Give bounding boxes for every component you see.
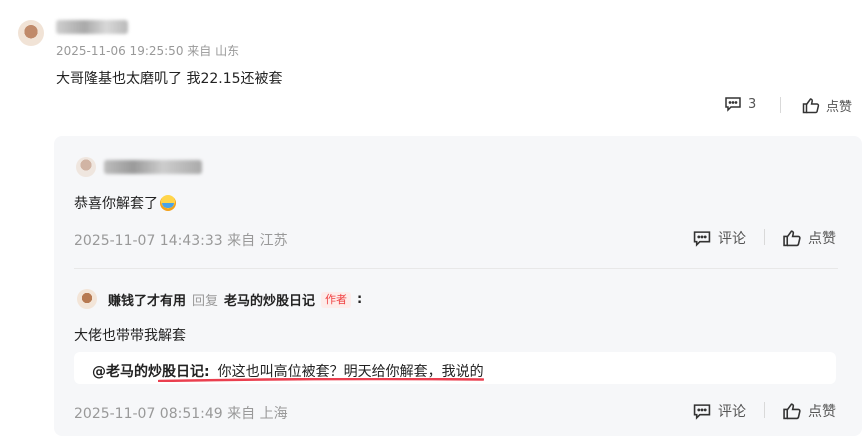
like-button[interactable]: 点赞 [802,96,852,115]
thumbs-up-icon [782,402,802,420]
comment-icon [724,96,742,112]
reply-avatar[interactable] [77,289,97,309]
reply-header: 赚钱了才有用 回复 老马的炒股日记 作者 : [108,290,362,309]
comment-icon [692,230,712,247]
comment-text: 大哥隆基也太磨叽了 我22.15还被套 [56,71,283,87]
comment-icon [692,403,712,420]
like-label: 点赞 [808,231,836,247]
reply-panel [54,136,862,436]
crying-laughing-emoji-icon [160,195,176,211]
reply-colon: : [357,292,363,307]
action-divider [764,402,765,418]
action-divider [780,97,781,113]
reply-comment-button[interactable]: 评论 [692,401,746,421]
reply-meta: 2025-11-07 14:43:33 来自 江苏 [74,233,288,249]
reply-text: 恭喜你解套了 [74,193,176,213]
red-underline-annotation [158,378,484,382]
reply-word: 回复 [192,294,219,309]
comment-meta: 2025-11-06 19:25:50 来自 山东 [56,44,240,58]
reply-comment-button[interactable]: 评论 [692,228,746,248]
reply-target-user[interactable]: 老马的炒股日记 [224,290,315,309]
reply-divider [74,268,838,269]
reply-username-blurred[interactable] [104,160,202,174]
comment-label: 评论 [718,231,746,247]
thumbs-up-icon [782,229,802,247]
thumbs-up-icon [802,97,820,114]
like-label: 点赞 [826,100,853,115]
avatar[interactable] [18,20,44,46]
reply-meta: 2025-11-07 08:51:49 来自 上海 [74,406,288,422]
reply-like-button[interactable]: 点赞 [782,401,836,421]
reply-count: 3 [748,96,757,112]
author-badge: 作者 [321,291,352,308]
like-label: 点赞 [808,404,836,420]
reply-like-button[interactable]: 点赞 [782,228,836,248]
reply-text: 大佬也带带我解套 [74,328,186,344]
username-blurred[interactable] [56,20,128,34]
reply-username[interactable]: 赚钱了才有用 [108,290,186,309]
comment-label: 评论 [718,404,746,420]
action-divider [764,229,765,245]
reply-text-content: 恭喜你解套了 [74,196,158,212]
reply-avatar[interactable] [76,157,96,177]
reply-count-button[interactable]: 3 [724,96,756,112]
